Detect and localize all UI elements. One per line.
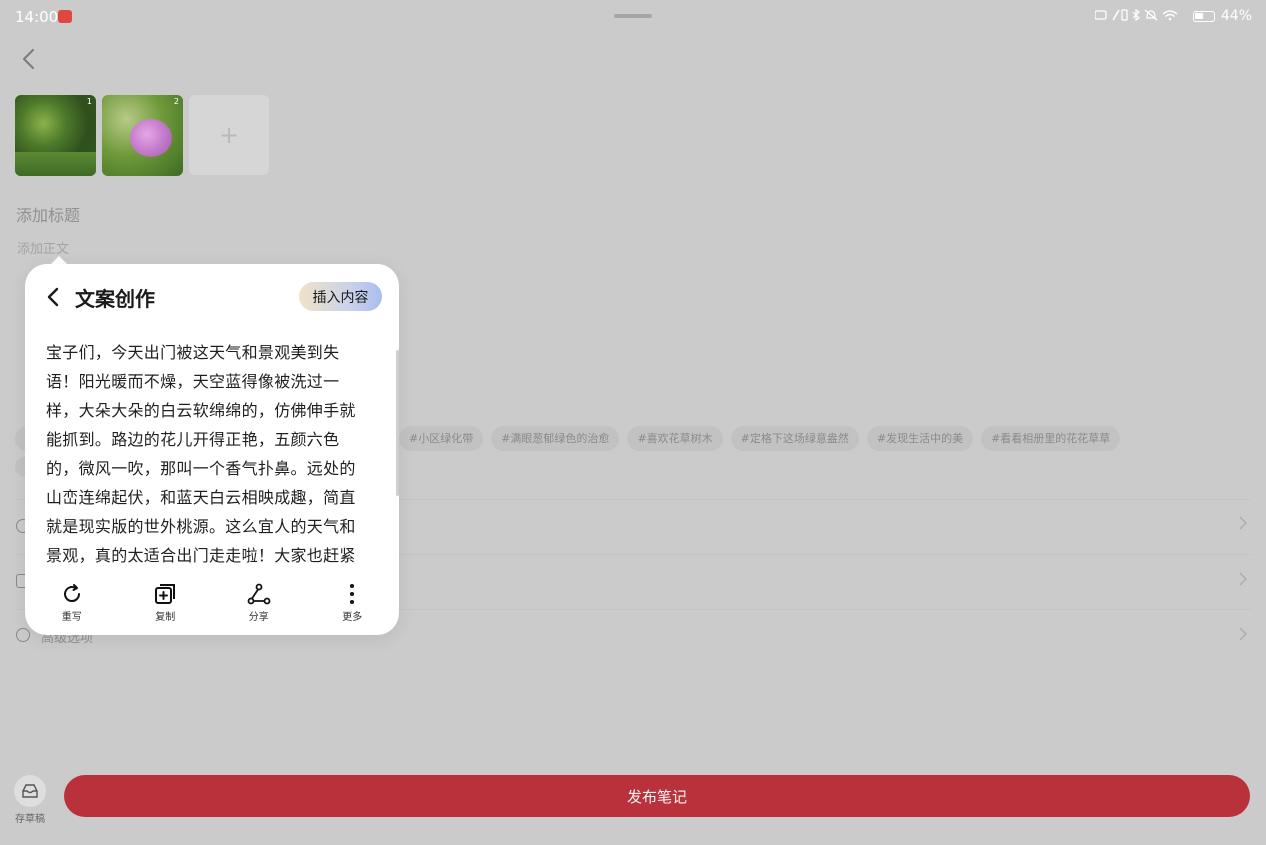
top-handle-icon[interactable]: [614, 14, 652, 18]
tag-chip[interactable]: #看看相册里的花花草草: [981, 426, 1121, 451]
photo-index: 2: [173, 97, 179, 106]
tag-chip[interactable]: #小区绿化带: [399, 426, 484, 451]
rewrite-label: 重写: [61, 612, 82, 623]
chevron-right-icon[interactable]: [1238, 626, 1248, 647]
save-draft-button[interactable]: 存草稿: [11, 775, 49, 825]
copy-label: 复制: [155, 612, 176, 623]
share-label: 分享: [248, 612, 269, 623]
copy-button[interactable]: 复制: [119, 582, 213, 623]
more-label: 更多: [342, 612, 363, 623]
status-time: 14:00: [15, 8, 59, 26]
copy-icon: [155, 584, 176, 604]
back-button[interactable]: [18, 46, 40, 72]
insert-content-button[interactable]: 插入内容: [299, 282, 382, 311]
popup-title: 文案创作: [75, 287, 155, 311]
chevron-left-icon: [47, 287, 59, 307]
status-right: 44%: [1094, 8, 1252, 24]
generated-copy-text[interactable]: 宝子们，今天出门被这天气和景观美到失语！阳光暖而不燥，天空蓝得像被洗过一样，大朵…: [46, 338, 364, 570]
notification-badge-icon: [58, 10, 72, 23]
more-button[interactable]: 更多: [306, 582, 400, 623]
tag-chip[interactable]: #发现生活中的美: [866, 426, 974, 451]
publish-button[interactable]: 发布笔记: [64, 775, 1250, 817]
inbox-icon: [22, 784, 38, 798]
body-input[interactable]: 添加正文: [17, 238, 69, 257]
refresh-icon: [63, 584, 80, 603]
popup-back-button[interactable]: [45, 286, 61, 308]
draft-circle: [14, 775, 46, 807]
plus-icon: +: [218, 121, 240, 149]
gear-icon: [16, 628, 30, 642]
photo-strip: 1 2 +: [15, 95, 269, 176]
chevron-right-icon[interactable]: [1238, 571, 1248, 592]
flower-image: [130, 119, 172, 157]
chevron-right-icon[interactable]: [1238, 515, 1248, 536]
status-bar: 14:00 44%: [0, 0, 1266, 34]
title-input[interactable]: 添加标题: [16, 202, 80, 226]
more-icon: [350, 584, 355, 604]
photo-index: 1: [86, 97, 92, 106]
photo-thumbnail[interactable]: 2: [102, 95, 183, 176]
save-draft-label: 存草稿: [15, 814, 45, 825]
copywriting-popup: 文案创作 插入内容 宝子们，今天出门被这天气和景观美到失语！阳光暖而不燥，天空蓝…: [25, 264, 399, 635]
photo-thumbnail[interactable]: 1: [15, 95, 96, 176]
share-icon: [247, 583, 271, 605]
share-button[interactable]: 分享: [212, 582, 306, 623]
tag-chip[interactable]: #定格下这场绿意盎然: [730, 426, 859, 451]
tag-chip[interactable]: #喜欢花草树木: [627, 426, 723, 451]
status-icons: [1094, 8, 1187, 24]
battery-level: 44%: [1220, 8, 1252, 24]
rewrite-button[interactable]: 重写: [25, 582, 119, 623]
chevron-left-icon: [23, 49, 34, 69]
tag-chip[interactable]: #满眼葱郁绿色的治愈: [491, 426, 620, 451]
tag-list: #小区绿化带 #满眼葱郁绿色的治愈 #喜欢花草树木 #定格下这场绿意盎然 #发现…: [399, 426, 1121, 451]
add-photo-button[interactable]: +: [189, 95, 269, 175]
system-icons: [1094, 8, 1178, 21]
scrollbar[interactable]: [396, 350, 399, 496]
battery-icon: [1192, 10, 1215, 22]
popup-action-bar: 重写 复制 分享 更多: [25, 582, 399, 623]
